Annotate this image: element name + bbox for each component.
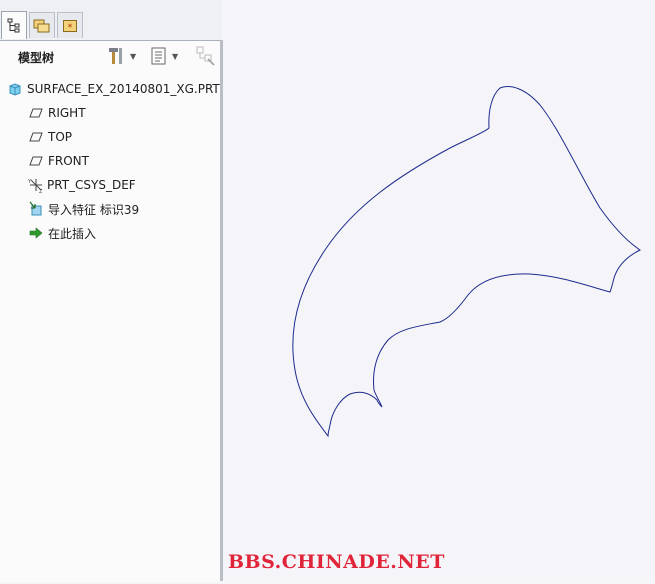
model-tree-toolbar: 模型树 ▼ ▼ [0,41,220,71]
model-tree-icon [7,18,20,32]
tab-favorites[interactable]: * [57,12,83,38]
tree-item-right[interactable]: RIGHT [29,103,86,123]
surface-boundary-curve [292,86,641,438]
surface-curve-drawing [292,86,641,438]
part-icon [9,83,21,96]
tree-item-import-feature[interactable]: 导入特征 标识39 [29,199,139,219]
datum-plane-icon [29,156,43,166]
svg-text:*: * [68,23,73,33]
import-feature-icon [29,201,42,216]
chevron-down-icon: ▼ [172,51,179,61]
favorites-icon: * [63,19,77,33]
settings-tools-button[interactable]: ▼ [106,45,136,67]
show-hide-button[interactable] [196,45,216,67]
folder-browser-icon [33,19,50,32]
graphics-window[interactable] [223,0,655,581]
tree-item-front[interactable]: FRONT [29,151,89,171]
chevron-down-icon: ▼ [130,51,137,61]
show-hide-icon [196,46,215,66]
svg-text:Z: Z [39,189,43,193]
insert-here-arrow-icon [29,227,43,239]
model-tree-panel: 模型树 ▼ ▼ SURFACE_EX_20140801_XG.PRT RIGHT… [0,40,220,582]
tree-item-csys[interactable]: Y Z PRT_CSYS_DEF [28,175,136,195]
datum-plane-icon [29,108,43,118]
coordinate-system-icon: Y Z [28,179,43,193]
tree-item-top[interactable]: TOP [29,127,72,147]
tree-columns-button[interactable]: ▼ [150,45,178,67]
tree-item-part[interactable]: SURFACE_EX_20140801_XG.PRT [8,79,220,99]
tree-columns-icon [151,47,166,65]
navigator-tabs: * [0,0,222,40]
tab-folder-browser[interactable] [29,12,55,38]
watermark-text: BBS.CHINADE.NET [228,551,445,573]
tab-model-tree[interactable] [1,11,27,39]
panel-title: 模型树 [18,51,55,65]
settings-tools-icon [109,48,122,64]
tree-item-insert-here[interactable]: 在此插入 [29,223,96,243]
datum-plane-icon [29,132,43,142]
